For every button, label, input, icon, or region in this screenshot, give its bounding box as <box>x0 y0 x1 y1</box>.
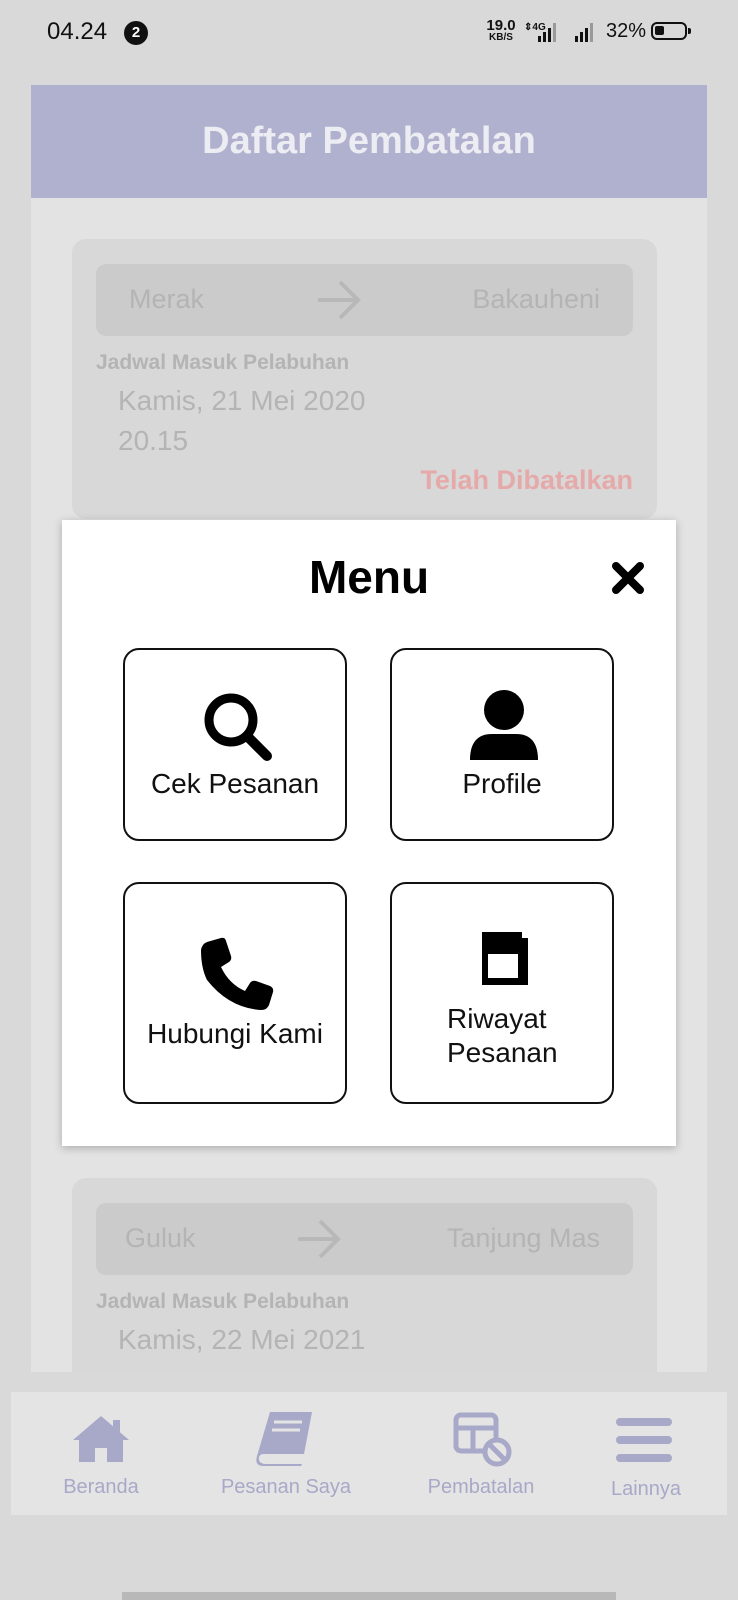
tile-label: Cek Pesanan <box>150 768 320 799</box>
page-title: Daftar Pembatalan <box>31 85 707 198</box>
network-speed-value: 19.0 <box>486 17 516 34</box>
contact-us-button[interactable]: Hubungi Kami <box>123 882 347 1104</box>
close-button[interactable] <box>608 558 648 598</box>
book-icon <box>256 1412 312 1466</box>
network-speed: 19.0 KB/S <box>484 18 518 43</box>
nav-label: Beranda <box>63 1476 139 1498</box>
schedule-date: Kamis, 22 Mei 2021 <box>118 1324 366 1355</box>
user-icon <box>470 690 538 760</box>
cancel-table-icon <box>453 1412 512 1467</box>
route-origin: Guluk <box>125 1223 196 1253</box>
tile-label: Riwayat Pesanan <box>447 1002 617 1070</box>
status-time: 04.24 <box>47 18 108 45</box>
route-origin: Merak <box>129 284 205 314</box>
bottom-navigation: Beranda Pesanan Saya Pembatalan Lainnya <box>11 1392 727 1515</box>
tile-label: Profile <box>462 768 542 799</box>
dialog-title: Menu <box>308 551 430 603</box>
tile-label-line: Riwayat <box>447 1003 547 1034</box>
tile-label-line: Pesanan <box>447 1037 558 1068</box>
schedule-label: Jadwal Masuk Pelabuhan <box>96 1290 350 1313</box>
schedule-time: 20.15 <box>118 425 189 456</box>
nav-item-beranda[interactable]: Beranda <box>41 1392 161 1515</box>
network-speed-unit: KB/S <box>489 32 513 43</box>
svg-text:⇕4G: ⇕4G <box>524 22 546 33</box>
close-icon <box>612 562 644 594</box>
profile-button[interactable]: Profile <box>390 648 614 841</box>
book-icon <box>482 932 528 985</box>
cancellation-card[interactable]: Merak Bakauheni Jadwal Masuk Pelabuhan K… <box>72 239 657 519</box>
nav-label: Pesanan Saya <box>220 1476 352 1498</box>
phone-icon <box>201 937 274 1010</box>
schedule-date: Kamis, 21 Mei 2020 <box>118 385 366 416</box>
nav-item-lainnya[interactable]: Lainnya <box>591 1392 701 1515</box>
battery-percent: 32% <box>606 20 647 42</box>
arrow-right-icon <box>298 1219 341 1259</box>
check-order-button[interactable]: Cek Pesanan <box>123 648 347 841</box>
arrow-right-icon <box>318 280 361 320</box>
home-indicator[interactable] <box>122 1592 616 1600</box>
schedule-label: Jadwal Masuk Pelabuhan <box>96 351 350 374</box>
nav-item-pesanan-saya[interactable]: Pesanan Saya <box>201 1392 371 1515</box>
nav-item-pembatalan[interactable]: Pembatalan <box>411 1392 551 1515</box>
nav-label: Pembatalan <box>427 1476 535 1498</box>
menu-icon <box>616 1418 672 1462</box>
signal-4g-icon: ⇕4G <box>524 22 556 42</box>
cancellation-card[interactable]: Guluk Tanjung Mas Jadwal Masuk Pelabuhan… <box>72 1178 657 1372</box>
route-destination: Tanjung Mas <box>446 1223 600 1253</box>
signal-icon <box>575 23 593 42</box>
route-bar: Guluk Tanjung Mas <box>96 1203 633 1275</box>
order-history-button[interactable]: Riwayat Pesanan <box>390 882 614 1104</box>
search-icon <box>204 693 272 761</box>
notification-badge: 2 <box>124 21 148 45</box>
status-badge: Telah Dibatalkan <box>420 465 633 495</box>
route-destination: Bakauheni <box>472 284 600 314</box>
home-icon <box>73 1416 129 1462</box>
menu-dialog: Menu Cek Pesanan Profile Hubungi Kami Ri… <box>62 520 676 1146</box>
battery-icon <box>651 22 691 40</box>
tile-label: Hubungi Kami <box>147 1018 323 1049</box>
nav-label: Lainnya <box>610 1478 682 1500</box>
status-bar: 04.24 2 19.0 KB/S ⇕4G 32% <box>0 0 738 66</box>
route-bar: Merak Bakauheni <box>96 264 633 336</box>
